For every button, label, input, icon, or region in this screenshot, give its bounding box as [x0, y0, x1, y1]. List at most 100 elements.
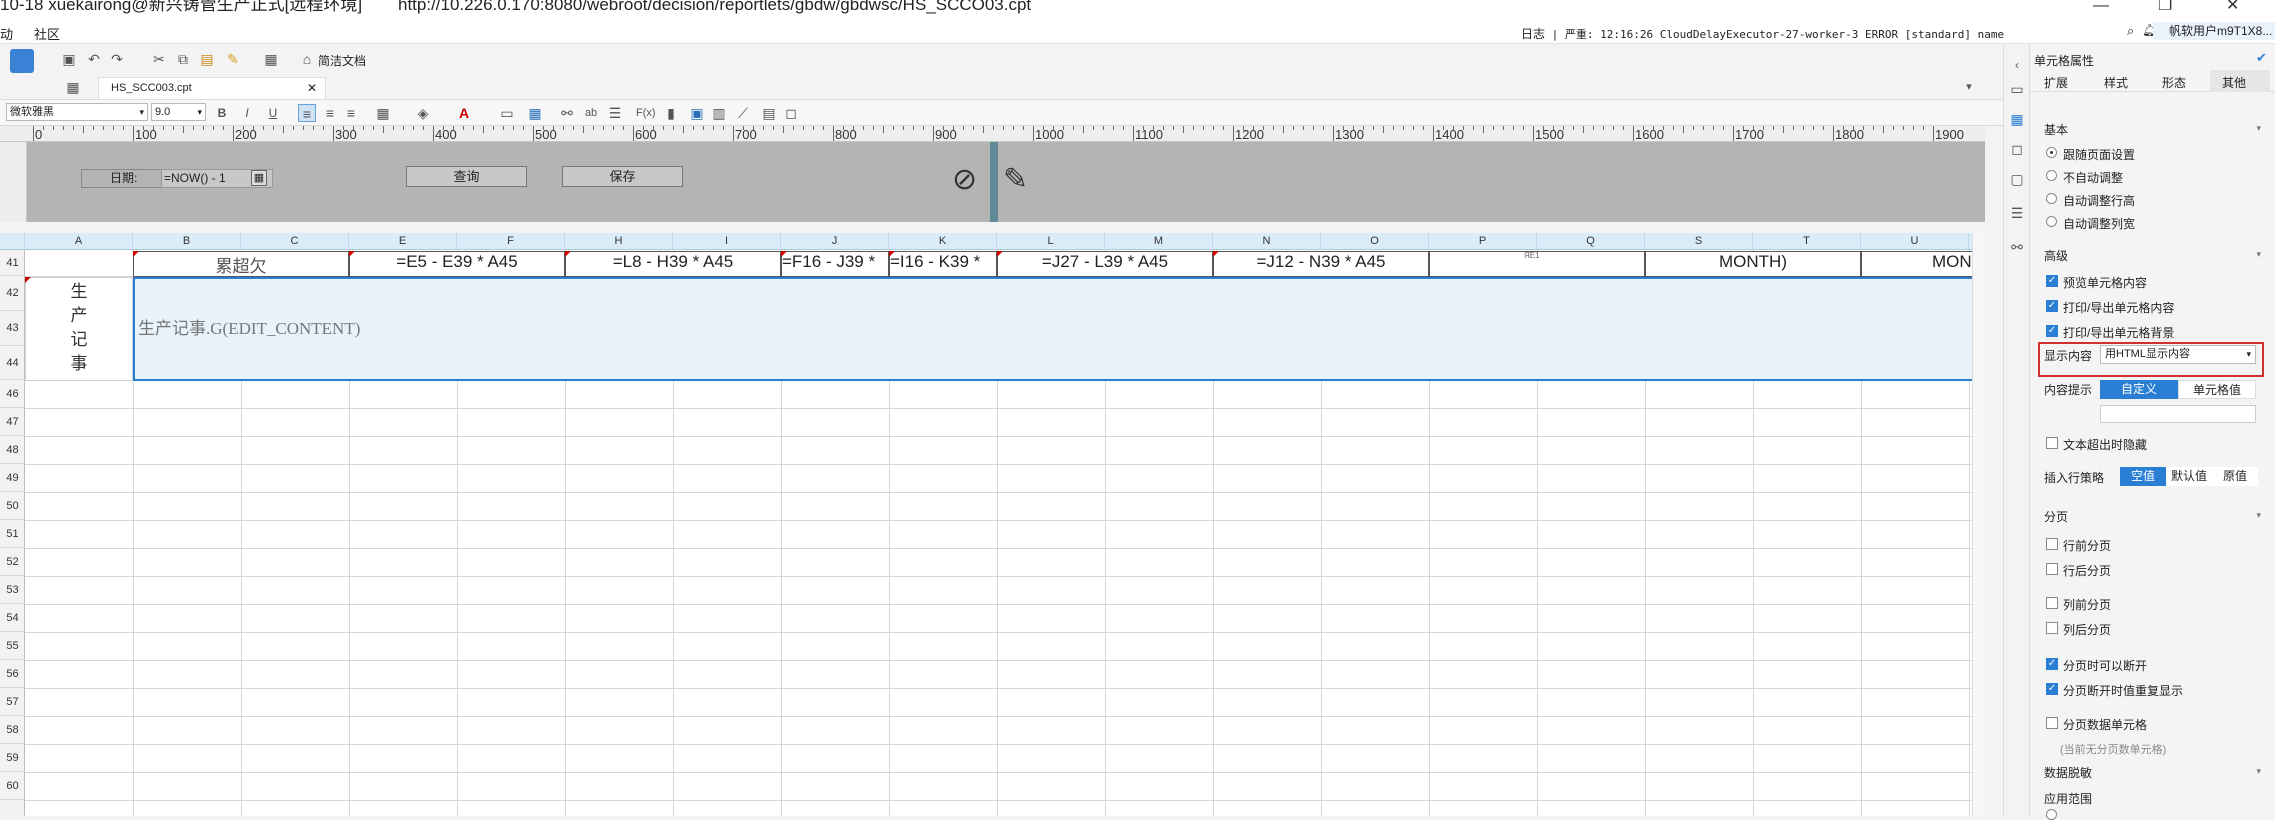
radio-follow-page[interactable]	[2046, 147, 2057, 158]
checkbox-print-content[interactable]: ✓	[2046, 300, 2058, 312]
widget-settings-icon[interactable]: ▦	[2008, 110, 2026, 128]
minimize-icon[interactable]: —	[2093, 0, 2109, 14]
align-center-icon[interactable]: ≡	[321, 104, 339, 122]
column-header-cell[interactable]: S	[1645, 233, 1753, 250]
column-header-cell[interactable]: J	[781, 233, 889, 250]
cell-u41[interactable]: MON	[1861, 251, 1985, 277]
checkbox-col-after[interactable]	[2046, 622, 2058, 634]
column-header-cell[interactable]: K	[889, 233, 997, 250]
row-header-cell[interactable]: 49	[0, 464, 25, 492]
collapse-left-icon[interactable]: ‹	[2008, 56, 2026, 74]
menu-item-community[interactable]: 社区	[34, 24, 60, 43]
fill-color-icon[interactable]: ◈	[414, 104, 432, 122]
section-paging[interactable]: 分页	[2044, 508, 2068, 525]
checkbox-break-allowed[interactable]: ✓	[2046, 658, 2058, 670]
row-header-cell[interactable]: 46	[0, 380, 25, 408]
chevron-down-icon[interactable]: ▾	[2256, 510, 2261, 521]
row-header-cell[interactable]: 43	[0, 311, 25, 346]
redo-icon[interactable]: ↷	[108, 50, 126, 68]
row-header-cell[interactable]: 48	[0, 436, 25, 464]
row-header-cell[interactable]: 50	[0, 492, 25, 520]
row-header-cell[interactable]: 54	[0, 604, 25, 632]
column-header-cell[interactable]: H	[565, 233, 673, 250]
template-icon[interactable]: ▦	[262, 50, 280, 68]
row-header-cell[interactable]: 56	[0, 660, 25, 688]
spreadsheet-grid[interactable]: ABCEFHIJKLMNOPQSTU 41 42 43 44 46 47 48 49 50 51 5…	[0, 233, 1985, 816]
log-label[interactable]: 日志	[1521, 27, 1545, 41]
image-icon[interactable]: ▣	[688, 104, 706, 122]
grid-view-icon[interactable]: ▦	[64, 78, 82, 96]
cell-n41[interactable]: =J12 - N39 * A45	[1213, 251, 1429, 277]
checkbox-row-after[interactable]	[2046, 563, 2058, 575]
list-icon[interactable]: ☰	[2008, 204, 2026, 222]
vertical-scrollbar[interactable]	[1972, 233, 1985, 816]
close-tab-icon[interactable]: ✕	[307, 78, 317, 98]
tab-other-active[interactable]: 其他	[2210, 70, 2270, 92]
radio-no-adjust[interactable]	[2046, 170, 2057, 181]
insert-original-option[interactable]: 原值	[2212, 467, 2258, 486]
column-header-cell[interactable]: Q	[1537, 233, 1645, 250]
align-left-icon[interactable]: ≡	[298, 104, 316, 122]
column-header-cell[interactable]: I	[673, 233, 781, 250]
bar-chart-icon[interactable]: ▥	[710, 104, 728, 122]
bold-icon[interactable]: B	[213, 104, 231, 122]
cell-a42-label[interactable]: 生 产 记 事	[25, 277, 133, 381]
font-family-select[interactable]: 微软雅黑 ▾	[6, 103, 148, 121]
border-box-icon[interactable]: ◻	[782, 104, 800, 122]
close-icon[interactable]: ✕	[2226, 0, 2239, 14]
widget-icon[interactable]: ▤	[760, 104, 778, 122]
row-header-cell[interactable]: 51	[0, 520, 25, 548]
row-header-cell[interactable]: 44	[0, 346, 25, 380]
cut-icon[interactable]: ✂	[150, 50, 168, 68]
row-header-cell[interactable]: 52	[0, 548, 25, 576]
column-header-cell[interactable]: N	[1213, 233, 1321, 250]
row-header-cell[interactable]: 41	[0, 250, 25, 276]
column-header-cell[interactable]: M	[1105, 233, 1213, 250]
copy-icon[interactable]: ⧉	[174, 50, 192, 68]
checkbox-row-before[interactable]	[2046, 538, 2058, 550]
save-button[interactable]: 保存	[562, 166, 683, 187]
section-data-mask[interactable]: 数据脱敏	[2044, 764, 2092, 781]
checkbox-col-before[interactable]	[2046, 597, 2058, 609]
tab-menu-icon[interactable]: ▾	[1960, 78, 1978, 96]
font-size-select[interactable]: 9.0 ▾	[151, 103, 206, 121]
menu-item-dong[interactable]: 动	[0, 24, 13, 43]
row-header-cell[interactable]: 58	[0, 716, 25, 744]
form-icon[interactable]: ◻	[2008, 140, 2026, 158]
user-account[interactable]: 帆软用户m9T1X8...	[2153, 22, 2275, 40]
edit-pencil-icon[interactable]: ✎	[1003, 162, 1028, 197]
cell-l41[interactable]: =J27 - L39 * A45	[997, 251, 1213, 277]
column-header-cell[interactable]: O	[1321, 233, 1429, 250]
tab-form[interactable]: 形态	[2162, 74, 2186, 91]
display-content-select[interactable]: 用HTML显示内容 ▾	[2100, 345, 2256, 364]
checkbox-print-bg[interactable]: ✓	[2046, 325, 2058, 337]
panel-resize-handle[interactable]	[990, 142, 998, 222]
frame-icon[interactable]: ▢	[2008, 170, 2026, 188]
tab-style[interactable]: 样式	[2104, 74, 2128, 91]
italic-icon[interactable]: I	[238, 104, 256, 122]
column-header-cell[interactable]: F	[457, 233, 565, 250]
link-icon[interactable]: ⚯	[558, 104, 576, 122]
cell-j41[interactable]: =F16 - J39 *	[781, 251, 889, 277]
radio-scope[interactable]	[2046, 809, 2057, 820]
pin-icon[interactable]: ✔	[2256, 50, 2267, 66]
cell-e41[interactable]: =E5 - E39 * A45	[349, 251, 565, 277]
font-color-icon[interactable]: A	[455, 104, 473, 122]
chevron-down-icon[interactable]: ▾	[2256, 249, 2261, 260]
column-header-cell[interactable]: E	[349, 233, 457, 250]
row-header-cell[interactable]: 55	[0, 632, 25, 660]
tooltip-cell-value-option[interactable]: 单元格值	[2178, 380, 2256, 399]
cell-k41[interactable]: =I16 - K39 *	[889, 251, 997, 277]
cell-h41[interactable]: =L8 - H39 * A45	[565, 251, 781, 277]
text-align-icon[interactable]: ☰	[606, 104, 624, 122]
cell-attr-icon[interactable]: ▭	[2008, 80, 2026, 98]
save-icon[interactable]: ▣	[60, 50, 78, 68]
underline-icon[interactable]: U	[264, 104, 282, 122]
cell-p41[interactable]: ЯЕ1	[1429, 251, 1645, 277]
section-basic[interactable]: 基本	[2044, 121, 2068, 138]
formula-icon[interactable]: F(x)	[636, 104, 656, 122]
cleanup-doc-button[interactable]: 简洁文档	[318, 52, 366, 69]
search-icon[interactable]: ⌕	[2127, 23, 2134, 39]
checkbox-preview[interactable]: ✓	[2046, 275, 2058, 287]
chart-icon[interactable]: ▮	[662, 104, 680, 122]
